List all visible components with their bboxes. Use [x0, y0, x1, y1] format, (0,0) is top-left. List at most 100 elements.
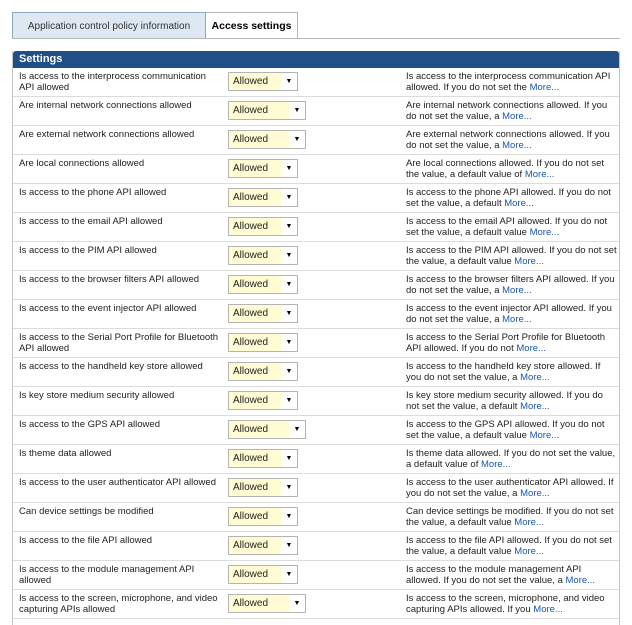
setting-label: Are external network connections allowed	[19, 129, 195, 140]
setting-description-text: Is access to the GPS API allowed. If you…	[406, 419, 605, 441]
dropdown-selected-value: Allowed	[229, 450, 281, 467]
chevron-down-icon[interactable]: ▼	[281, 508, 297, 525]
setting-label: Are internal network connections allowed	[19, 100, 192, 111]
setting-description-text: Is access to the email API allowed. If y…	[406, 216, 608, 238]
chevron-down-icon[interactable]: ▼	[289, 421, 305, 438]
more-link[interactable]: More...	[530, 430, 560, 441]
setting-value-dropdown[interactable]: Allowed ▼	[228, 72, 298, 91]
more-link[interactable]: More...	[502, 314, 532, 325]
setting-label: Is key store medium security allowed	[19, 390, 175, 401]
setting-value-dropdown[interactable]: Allowed ▼	[228, 159, 298, 178]
chevron-down-icon[interactable]: ▼	[281, 160, 297, 177]
dropdown-selected-value: Allowed	[229, 537, 281, 554]
tab-access-settings[interactable]: Access settings	[206, 12, 298, 39]
setting-value-dropdown[interactable]: Allowed ▼	[228, 536, 298, 555]
chevron-down-icon[interactable]: ▼	[281, 247, 297, 264]
dropdown-selected-value: Allowed	[229, 131, 289, 148]
more-link[interactable]: More...	[520, 372, 550, 383]
chevron-down-icon[interactable]: ▼	[281, 73, 297, 90]
setting-value-dropdown[interactable]: Allowed ▼	[228, 565, 298, 584]
setting-value-dropdown[interactable]: Allowed ▼	[228, 478, 298, 497]
settings-panel: Settings Is access to the interprocess c…	[12, 51, 620, 625]
more-link[interactable]: More...	[520, 401, 550, 412]
setting-row: Is access to the interprocess communicat…	[13, 68, 619, 97]
more-link[interactable]: More...	[504, 198, 534, 209]
more-link[interactable]: More...	[525, 169, 555, 180]
setting-description: Is access to the interprocess communicat…	[406, 71, 618, 93]
setting-description-text: Is access to the handheld key store allo…	[406, 361, 601, 383]
more-link[interactable]: More...	[530, 82, 560, 93]
setting-value-dropdown[interactable]: Allowed ▼	[228, 362, 298, 381]
setting-description: Is theme data allowed. If you do not set…	[406, 448, 618, 470]
more-link[interactable]: More...	[533, 604, 563, 615]
setting-row: Is access to the file API allowed Allowed…	[13, 532, 619, 561]
setting-row: Is theme data allowed Allowed ▼ Is theme da…	[13, 445, 619, 474]
setting-value-dropdown[interactable]: Allowed ▼	[228, 130, 306, 149]
setting-value-dropdown[interactable]: Allowed ▼	[228, 275, 298, 294]
setting-description-text: Are local connections allowed. If you do…	[406, 158, 605, 180]
setting-value-dropdown[interactable]: Allowed ▼	[228, 449, 298, 468]
setting-label: Is access to the module management API a…	[19, 564, 195, 586]
tab-bar: Application control policy information A…	[12, 12, 298, 39]
more-link[interactable]: More...	[516, 343, 546, 354]
settings-list: Is access to the interprocess communicat…	[13, 68, 619, 619]
more-link[interactable]: More...	[502, 140, 532, 151]
chevron-down-icon[interactable]: ▼	[281, 276, 297, 293]
setting-value-dropdown[interactable]: Allowed ▼	[228, 188, 298, 207]
chevron-down-icon[interactable]: ▼	[281, 334, 297, 351]
more-link[interactable]: More...	[530, 227, 560, 238]
setting-description: Is access to the screen, microphone, and…	[406, 593, 618, 615]
more-link[interactable]: More...	[502, 285, 532, 296]
chevron-down-icon[interactable]: ▼	[281, 189, 297, 206]
tab-application-control-policy-information[interactable]: Application control policy information	[12, 12, 206, 39]
setting-row: Is access to the module management API a…	[13, 561, 619, 590]
setting-row: Is access to the user authenticator API …	[13, 474, 619, 503]
dropdown-selected-value: Allowed	[229, 566, 281, 583]
more-link[interactable]: More...	[520, 488, 550, 499]
setting-description: Is access to the Serial Port Profile for…	[406, 332, 618, 354]
setting-label: Is access to the phone API allowed	[19, 187, 167, 198]
chevron-down-icon[interactable]: ▼	[281, 392, 297, 409]
more-link[interactable]: More...	[566, 575, 596, 586]
setting-label: Is access to the browser filters API all…	[19, 274, 200, 285]
setting-value-dropdown[interactable]: Allowed ▼	[228, 333, 298, 352]
chevron-down-icon[interactable]: ▼	[281, 537, 297, 554]
setting-description-text: Is theme data allowed. If you do not set…	[406, 448, 616, 470]
chevron-down-icon[interactable]: ▼	[281, 363, 297, 380]
chevron-down-icon[interactable]: ▼	[281, 218, 297, 235]
setting-value-dropdown[interactable]: Allowed ▼	[228, 594, 306, 613]
more-link[interactable]: More...	[514, 517, 544, 528]
setting-description: Is access to the GPS API allowed. If you…	[406, 419, 618, 441]
setting-value-dropdown[interactable]: Allowed ▼	[228, 507, 298, 526]
setting-description: Is access to the event injector API allo…	[406, 303, 618, 325]
chevron-down-icon[interactable]: ▼	[289, 102, 305, 119]
more-link[interactable]: More...	[481, 459, 511, 470]
setting-row: Can device settings be modified Allowed ▼ C…	[13, 503, 619, 532]
setting-label: Is access to the GPS API allowed	[19, 419, 160, 430]
chevron-down-icon[interactable]: ▼	[281, 305, 297, 322]
chevron-down-icon[interactable]: ▼	[281, 450, 297, 467]
dropdown-selected-value: Allowed	[229, 421, 289, 438]
setting-label: Is access to the screen, microphone, and…	[19, 593, 218, 615]
setting-value-dropdown[interactable]: Allowed ▼	[228, 217, 298, 236]
setting-row: Are local connections allowed Allowed ▼ Are…	[13, 155, 619, 184]
setting-description: Is access to the user authenticator API …	[406, 477, 618, 499]
setting-value-dropdown[interactable]: Allowed ▼	[228, 420, 306, 439]
dropdown-selected-value: Allowed	[229, 218, 281, 235]
setting-value-dropdown[interactable]: Allowed ▼	[228, 101, 306, 120]
setting-value-dropdown[interactable]: Allowed ▼	[228, 304, 298, 323]
chevron-down-icon[interactable]: ▼	[289, 595, 305, 612]
setting-row: Is access to the GPS API allowed Allowed ▼…	[13, 416, 619, 445]
settings-section-title: Settings	[13, 51, 619, 68]
setting-value-dropdown[interactable]: Allowed ▼	[228, 246, 298, 265]
more-link[interactable]: More...	[502, 111, 532, 122]
dropdown-selected-value: Allowed	[229, 189, 281, 206]
chevron-down-icon[interactable]: ▼	[281, 479, 297, 496]
more-link[interactable]: More...	[514, 546, 544, 557]
more-link[interactable]: More...	[514, 256, 544, 267]
setting-description: Are local connections allowed. If you do…	[406, 158, 618, 180]
chevron-down-icon[interactable]: ▼	[289, 131, 305, 148]
chevron-down-icon[interactable]: ▼	[281, 566, 297, 583]
setting-description-text: Is access to the Serial Port Profile for…	[406, 332, 606, 354]
setting-value-dropdown[interactable]: Allowed ▼	[228, 391, 298, 410]
